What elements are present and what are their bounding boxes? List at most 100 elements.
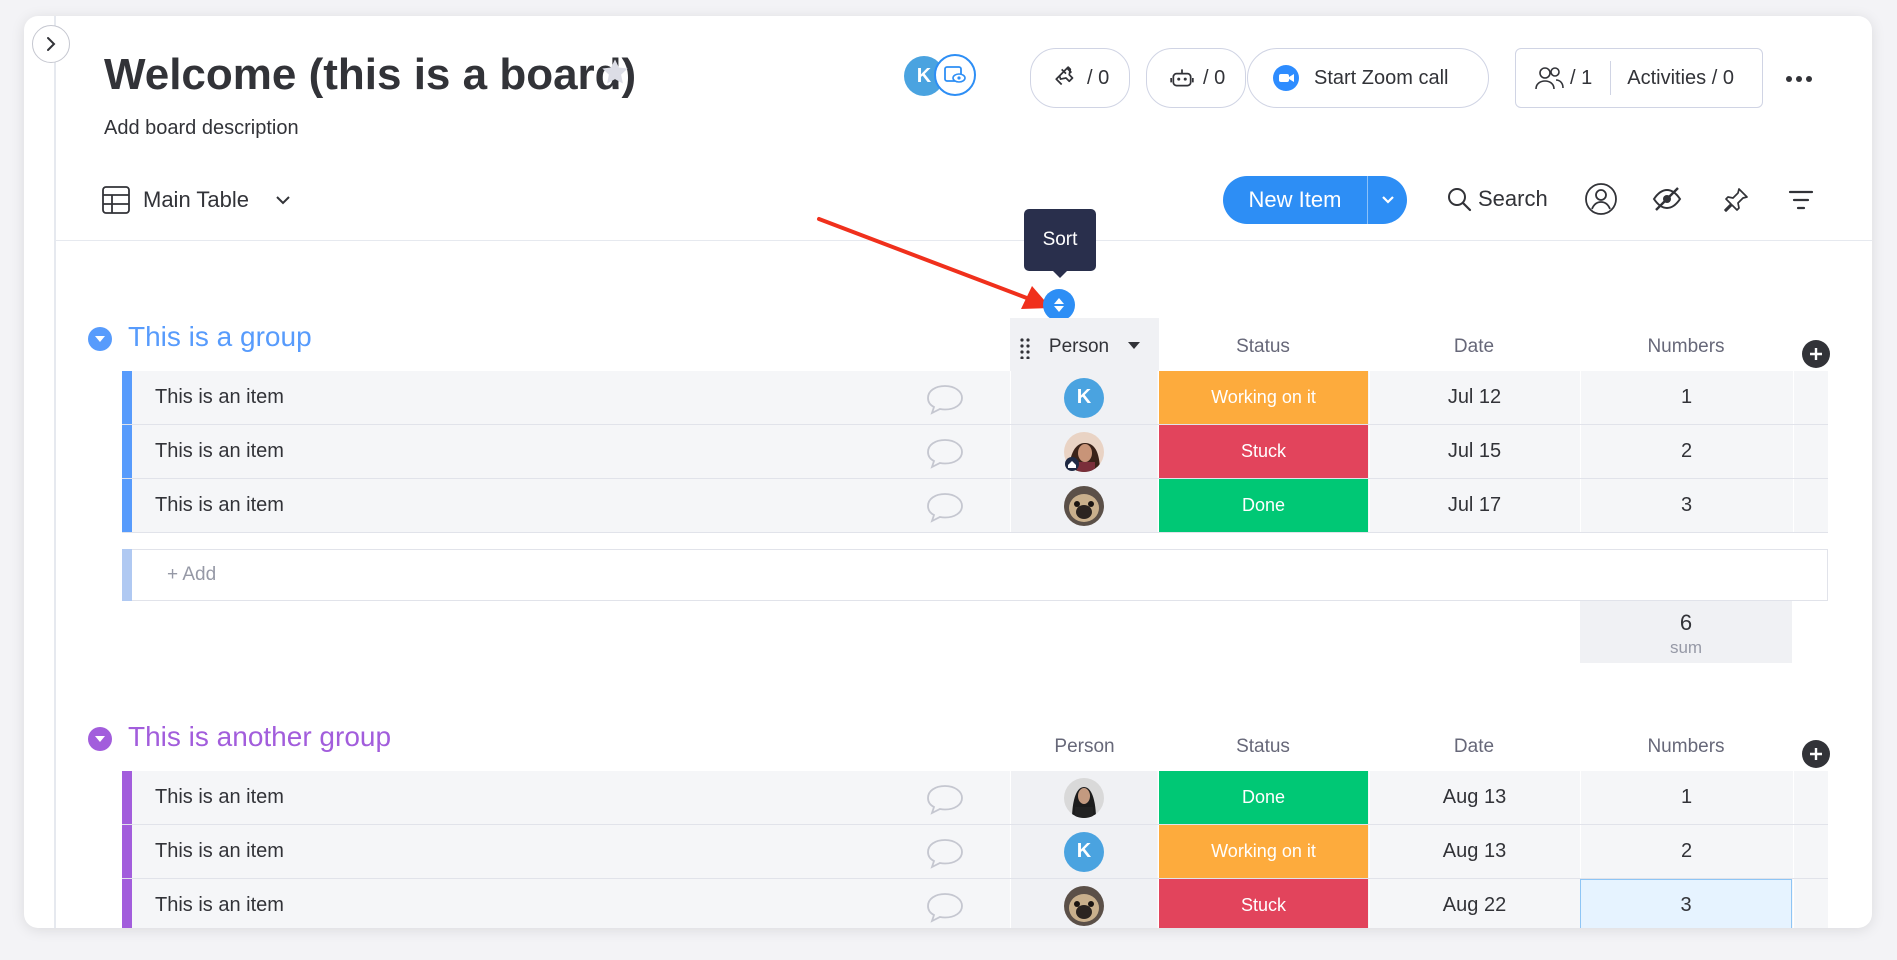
sidebar-edge	[54, 16, 56, 928]
filter-icon[interactable]	[1788, 189, 1814, 216]
table-row[interactable]: This is an item Done Aug 13 1	[122, 771, 1828, 825]
add-item-row[interactable]: + Add	[122, 549, 1828, 601]
pug-photo-avatar	[1064, 885, 1104, 926]
board-viewers-button[interactable]	[934, 54, 976, 96]
members-count: / 1	[1570, 66, 1593, 89]
group-collapse-toggle[interactable]	[88, 727, 112, 751]
comment-bubble-icon[interactable]	[925, 891, 965, 923]
board-title[interactable]: Welcome (this is a board)	[104, 50, 636, 100]
status-cell[interactable]: Working on it	[1158, 371, 1368, 424]
add-column-icon[interactable]	[1802, 740, 1830, 768]
item-name[interactable]: This is an item	[155, 840, 284, 863]
person-avatar: K	[1064, 831, 1104, 872]
add-item-input[interactable]: + Add	[167, 564, 216, 586]
comment-bubble-icon[interactable]	[925, 437, 965, 469]
person-cell[interactable]	[1010, 479, 1157, 532]
table-row[interactable]: This is an item Stuck Jul 15 2	[122, 425, 1828, 479]
item-name[interactable]: This is an item	[155, 440, 284, 463]
new-item-button[interactable]: New Item	[1223, 176, 1407, 224]
row-end-cell	[1793, 879, 1828, 928]
numbers-cell[interactable]: 2	[1580, 425, 1792, 478]
group-title[interactable]: This is another group	[128, 721, 391, 753]
comment-bubble-icon[interactable]	[925, 491, 965, 523]
main-table-view-tab[interactable]: Main Table	[143, 187, 249, 213]
column-header-status[interactable]: Status	[1158, 336, 1368, 358]
person-photo-avatar	[1064, 777, 1104, 818]
status-cell[interactable]: Stuck	[1158, 879, 1368, 928]
expand-sidebar-button[interactable]	[32, 25, 70, 63]
activities-button[interactable]: Activities / 0	[1627, 67, 1734, 90]
members-button[interactable]: / 1	[1534, 65, 1592, 91]
table-row[interactable]: This is an item K Working on it Aug 13 2	[122, 825, 1828, 879]
person-cell[interactable]: K	[1010, 825, 1157, 878]
numbers-cell[interactable]: 1	[1580, 771, 1792, 824]
automations-count: / 0	[1203, 66, 1226, 89]
numbers-cell[interactable]: 3	[1580, 479, 1792, 532]
sum-value: 6	[1679, 610, 1693, 635]
row-end-cell	[1793, 825, 1828, 878]
search-button[interactable]: Search	[1446, 186, 1548, 212]
sort-button[interactable]	[1043, 289, 1075, 321]
comment-bubble-icon[interactable]	[925, 837, 965, 869]
table-row[interactable]: This is an item K Working on it Jul 12 1	[122, 371, 1828, 425]
date-cell[interactable]: Jul 17	[1369, 479, 1579, 532]
plug-icon	[1055, 66, 1074, 86]
integrations-button[interactable]: / 0	[1030, 48, 1130, 108]
sort-arrows-icon	[1054, 298, 1064, 312]
column-header-status[interactable]: Status	[1158, 736, 1368, 758]
date-cell[interactable]: Jul 15	[1369, 425, 1579, 478]
person-cell[interactable]	[1010, 879, 1157, 928]
comment-bubble-icon[interactable]	[925, 783, 965, 815]
hide-columns-icon[interactable]	[1652, 186, 1682, 217]
date-cell[interactable]: Aug 13	[1369, 771, 1579, 824]
date-cell[interactable]: Aug 22	[1369, 879, 1579, 928]
group-title[interactable]: This is a group	[128, 321, 312, 353]
column-header-date[interactable]: Date	[1369, 736, 1579, 758]
status-cell[interactable]: Working on it	[1158, 825, 1368, 878]
comment-bubble-icon[interactable]	[925, 383, 965, 415]
start-zoom-call-button[interactable]: Start Zoom call	[1247, 48, 1489, 108]
automations-button[interactable]: / 0	[1146, 48, 1246, 108]
column-header-date[interactable]: Date	[1369, 336, 1579, 358]
item-name[interactable]: This is an item	[155, 386, 284, 409]
table-row[interactable]: This is an item Done Jul 17 3	[122, 479, 1828, 533]
chevron-right-icon	[47, 37, 56, 51]
board-description[interactable]: Add board description	[104, 117, 299, 140]
person-filter-icon[interactable]	[1584, 182, 1618, 221]
status-cell[interactable]: Stuck	[1158, 425, 1368, 478]
person-cell[interactable]	[1010, 425, 1157, 478]
date-cell[interactable]: Aug 13	[1369, 825, 1579, 878]
numbers-cell[interactable]: 2	[1580, 825, 1792, 878]
caret-down-icon	[95, 336, 105, 342]
column-header-person[interactable]: Person	[1010, 736, 1159, 758]
item-name[interactable]: This is an item	[155, 494, 284, 517]
annotation-arrow-icon	[817, 217, 1051, 309]
person-cell[interactable]: K	[1010, 371, 1157, 424]
view-chevron-down-icon[interactable]	[274, 191, 292, 214]
status-cell[interactable]: Done	[1158, 479, 1368, 532]
more-options-icon[interactable]	[1784, 66, 1814, 97]
status-cell[interactable]: Done	[1158, 771, 1368, 824]
row-end-cell	[1793, 371, 1828, 424]
column-header-numbers[interactable]: Numbers	[1580, 736, 1792, 758]
drag-handle-icon[interactable]	[1019, 337, 1031, 364]
row-end-cell	[1793, 771, 1828, 824]
add-column-icon[interactable]	[1802, 340, 1830, 368]
person-cell[interactable]	[1010, 771, 1157, 824]
column-header-numbers[interactable]: Numbers	[1580, 336, 1792, 358]
column-header-person[interactable]: Person	[1034, 336, 1124, 358]
numbers-cell-selected[interactable]: 3	[1580, 879, 1792, 928]
pug-photo-avatar	[1064, 485, 1104, 526]
favorite-star-icon[interactable]	[599, 56, 631, 93]
pin-icon[interactable]	[1722, 186, 1750, 219]
column-menu-caret-icon[interactable]	[1127, 338, 1141, 356]
item-name[interactable]: This is an item	[155, 786, 284, 809]
group-collapse-toggle[interactable]	[88, 327, 112, 351]
members-activities-group: / 1 Activities / 0	[1515, 48, 1763, 108]
item-name[interactable]: This is an item	[155, 894, 284, 917]
search-label: Search	[1478, 186, 1548, 211]
date-cell[interactable]: Jul 12	[1369, 371, 1579, 424]
table-row[interactable]: This is an item Stuck Aug 22 3	[122, 879, 1828, 928]
new-item-dropdown-icon[interactable]	[1368, 192, 1407, 208]
numbers-cell[interactable]: 1	[1580, 371, 1792, 424]
